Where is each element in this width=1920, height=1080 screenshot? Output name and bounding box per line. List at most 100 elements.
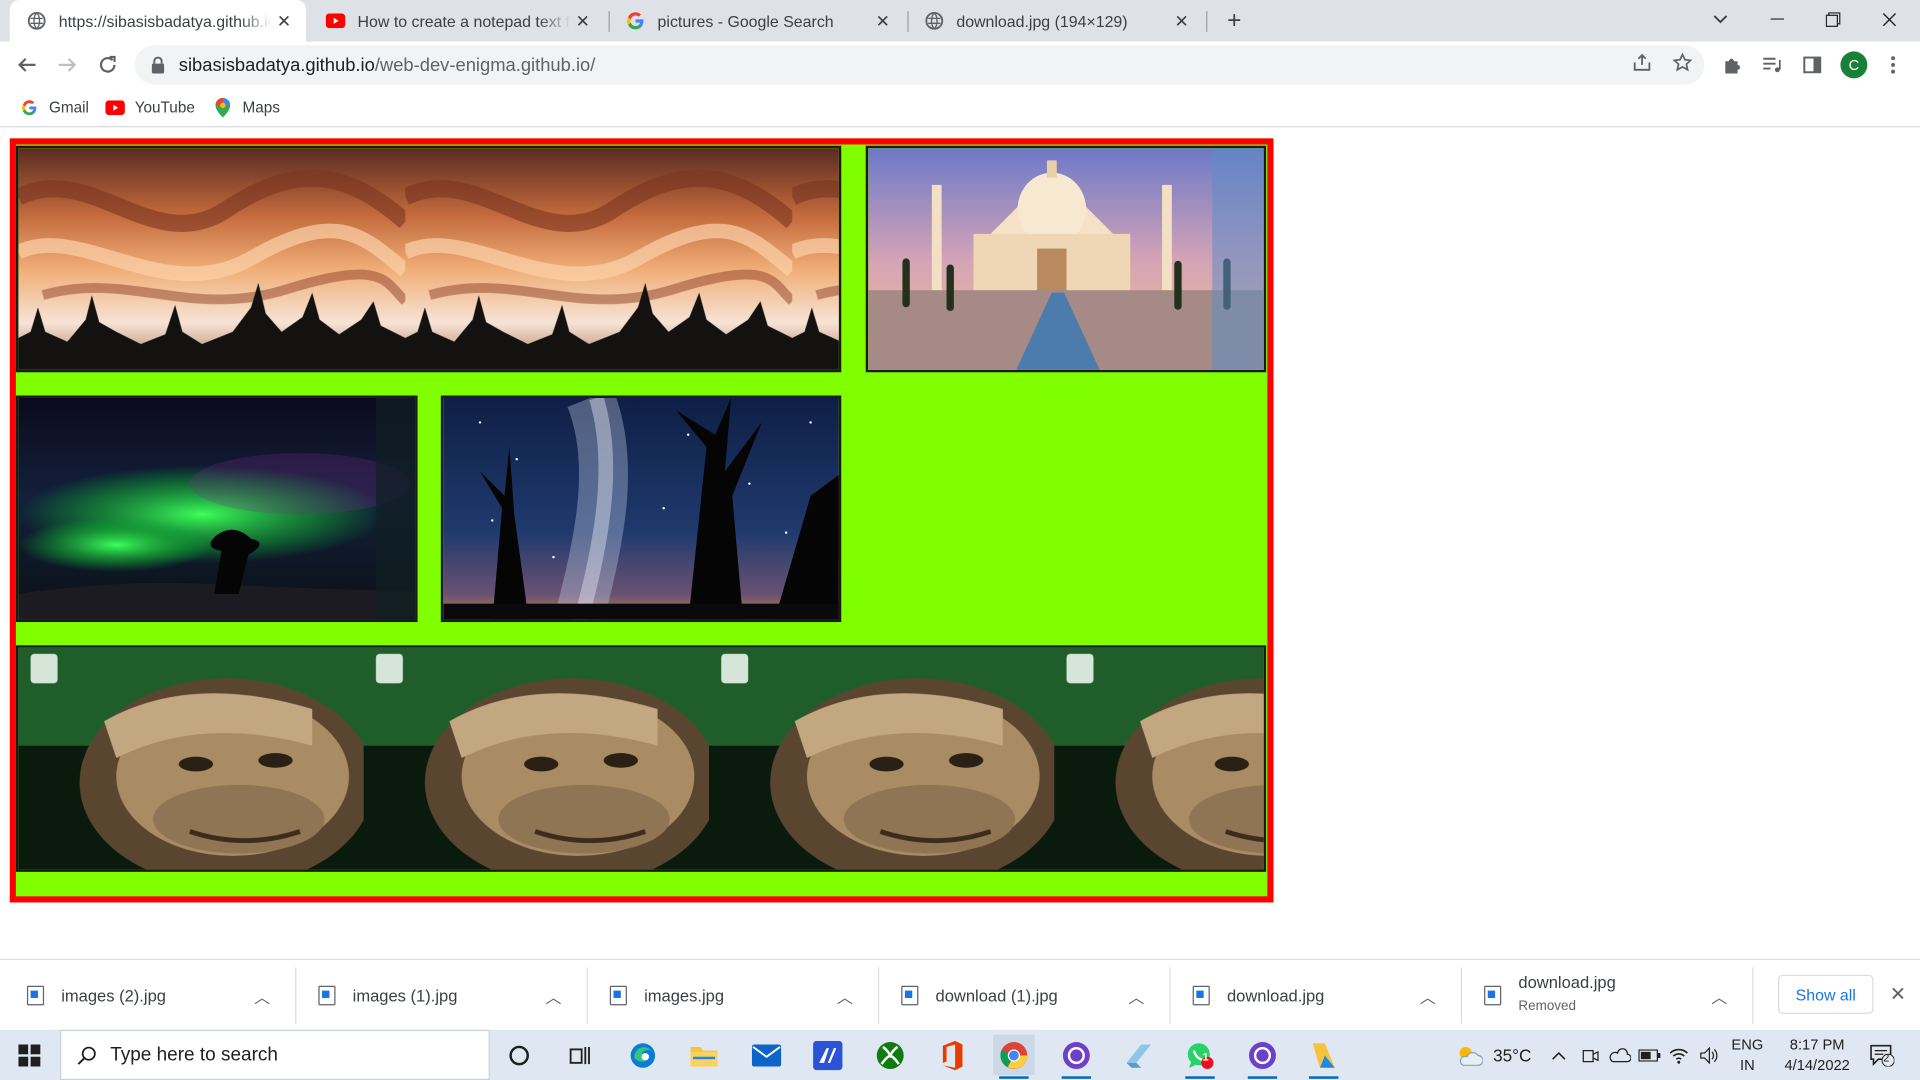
close-shelf-icon[interactable]: ✕ [1886,982,1910,1006]
file-explorer-icon[interactable] [683,1035,725,1075]
language-indicator[interactable]: ENG IN [1727,1030,1769,1080]
menu-kebab-icon[interactable] [1881,53,1905,77]
download-item[interactable]: download.jpg ︿ [1166,960,1460,1031]
weather-icon[interactable] [1452,1030,1486,1080]
tab-divider [1206,11,1208,32]
task-view-icon[interactable] [560,1035,602,1075]
clock-date: 4/14/2022 [1784,1056,1850,1074]
new-tab-button[interactable]: + [1220,6,1249,35]
side-panel-icon[interactable] [1800,53,1824,77]
close-tab-icon[interactable]: ✕ [571,9,595,33]
tab-download-image[interactable]: download.jpg (194×129) ✕ [907,0,1203,42]
close-window-icon[interactable] [1861,0,1917,39]
bookmark-label: Gmail [48,99,89,117]
download-filename: download.jpg [1226,986,1325,1005]
chevron-up-icon[interactable]: ︿ [541,983,565,1007]
download-filename: download.jpg [1518,972,1616,992]
forward-arrow-icon[interactable] [53,50,82,79]
youtube-icon [325,11,346,31]
download-item[interactable]: images (1).jpg ︿ [291,960,585,1031]
xbox-icon[interactable] [869,1035,911,1075]
whatsapp-icon[interactable]: 1 [1179,1035,1221,1079]
download-status: Removed [1518,998,1577,1014]
download-filename: images (1).jpg [352,986,458,1005]
battery-icon[interactable] [1636,1030,1663,1080]
onedrive-cloud-icon[interactable] [1607,1030,1634,1080]
minimize-icon[interactable] [1749,0,1805,39]
chevron-up-icon[interactable]: ︿ [1416,983,1440,1007]
close-tab-icon[interactable]: ✕ [1169,9,1193,33]
taskbar-search-input[interactable]: Type here to search [60,1029,490,1080]
github-desktop-icon[interactable] [1056,1035,1098,1079]
chevron-up-icon[interactable] [1545,1030,1572,1080]
notepad-icon[interactable] [1118,1035,1160,1075]
file-icon [609,985,627,1006]
download-item[interactable]: images (2).jpg ︿ [0,960,294,1031]
github-icon[interactable] [1242,1035,1284,1079]
restore-icon[interactable] [1805,0,1861,39]
tab-active-page[interactable]: https://sibasisbadatya.github.io/web-dev… [9,0,307,42]
volume-icon[interactable] [1695,1030,1724,1080]
mail-icon[interactable] [746,1035,788,1075]
tab-youtube[interactable]: How to create a notepad text file ✕ [309,0,605,42]
bookmark-gmail[interactable]: Gmail [20,96,89,120]
download-item[interactable]: images.jpg ︿ [583,960,877,1031]
close-tab-icon[interactable]: ✕ [871,9,895,33]
chevron-up-icon[interactable]: ︿ [250,983,274,1007]
bookmark-maps[interactable]: Maps [213,96,280,120]
chrome-icon[interactable] [993,1034,1035,1079]
download-filename: download (1).jpg [935,986,1058,1005]
edge-icon[interactable] [622,1035,664,1075]
media-queue-icon[interactable] [1760,53,1784,77]
chevron-up-icon[interactable]: ︿ [833,983,857,1007]
cortana-icon[interactable] [498,1035,540,1075]
milky-way-image [440,395,842,623]
meet-now-icon[interactable] [1577,1030,1604,1080]
chevron-up-icon[interactable]: ︿ [1707,983,1731,1007]
search-icon [76,1044,98,1066]
clock[interactable]: 8:17 PM 4/14/2022 [1771,1030,1864,1080]
share-icon[interactable] [1631,51,1653,73]
chevron-up-icon[interactable]: ︿ [1124,983,1148,1007]
extensions-puzzle-icon[interactable] [1720,53,1744,77]
file-icon [318,985,336,1006]
notifications-count: 2 [1883,1051,1890,1065]
file-icon [26,985,45,1006]
weather-temperature[interactable]: 35°C [1487,1030,1538,1080]
download-shelf: images (2).jpg ︿ images (1).jpg ︿ images… [0,958,1920,1031]
windows-start-icon[interactable] [0,1030,59,1080]
google-icon [20,98,40,118]
wifi-icon[interactable] [1665,1030,1692,1080]
download-item-removed[interactable]: download.jpg Removed ︿ [1457,960,1751,1031]
file-icon [901,985,919,1006]
aurora-borealis-image [15,395,418,623]
close-tab-icon[interactable]: ✕ [272,9,296,33]
show-all-button[interactable]: Show all [1777,974,1874,1014]
tab-google-search[interactable]: pictures - Google Search ✕ [609,0,905,42]
back-arrow-icon[interactable] [12,50,41,79]
windows-taskbar: Type here to search 1 35°C ENG IN 8:17 P… [0,1029,1920,1080]
file-icon [1484,985,1502,1006]
whatsapp-badge: 1 [1202,1050,1209,1063]
lock-icon[interactable] [149,56,166,74]
pen-app-icon[interactable] [807,1035,849,1075]
bookmark-star-icon[interactable] [1671,51,1693,73]
files-app-icon[interactable] [1303,1035,1345,1079]
chimpanzee-image [15,645,1267,872]
profile-avatar[interactable]: C [1840,51,1868,79]
bookmarks-bar: Gmail YouTube Maps [0,88,1920,128]
download-item[interactable]: download (1).jpg ︿ [874,960,1168,1031]
tab-search-chevron-icon[interactable] [1692,0,1748,39]
download-filename: images.jpg [644,986,725,1005]
reload-icon[interactable] [93,50,122,79]
globe-icon [27,11,47,31]
download-filename: images (2).jpg [61,986,166,1005]
office-icon[interactable] [931,1035,973,1075]
address-bar[interactable]: sibasisbadatya.github.io/web-dev-enigma.… [134,45,1705,85]
bookmark-youtube[interactable]: YouTube [105,96,195,120]
clock-time: 8:17 PM [1789,1035,1845,1053]
notifications-icon[interactable]: 2 [1864,1030,1901,1080]
clouds-sunset-image [15,145,842,373]
image-gallery [9,138,1274,903]
tab-title: How to create a notepad text file [357,11,571,31]
